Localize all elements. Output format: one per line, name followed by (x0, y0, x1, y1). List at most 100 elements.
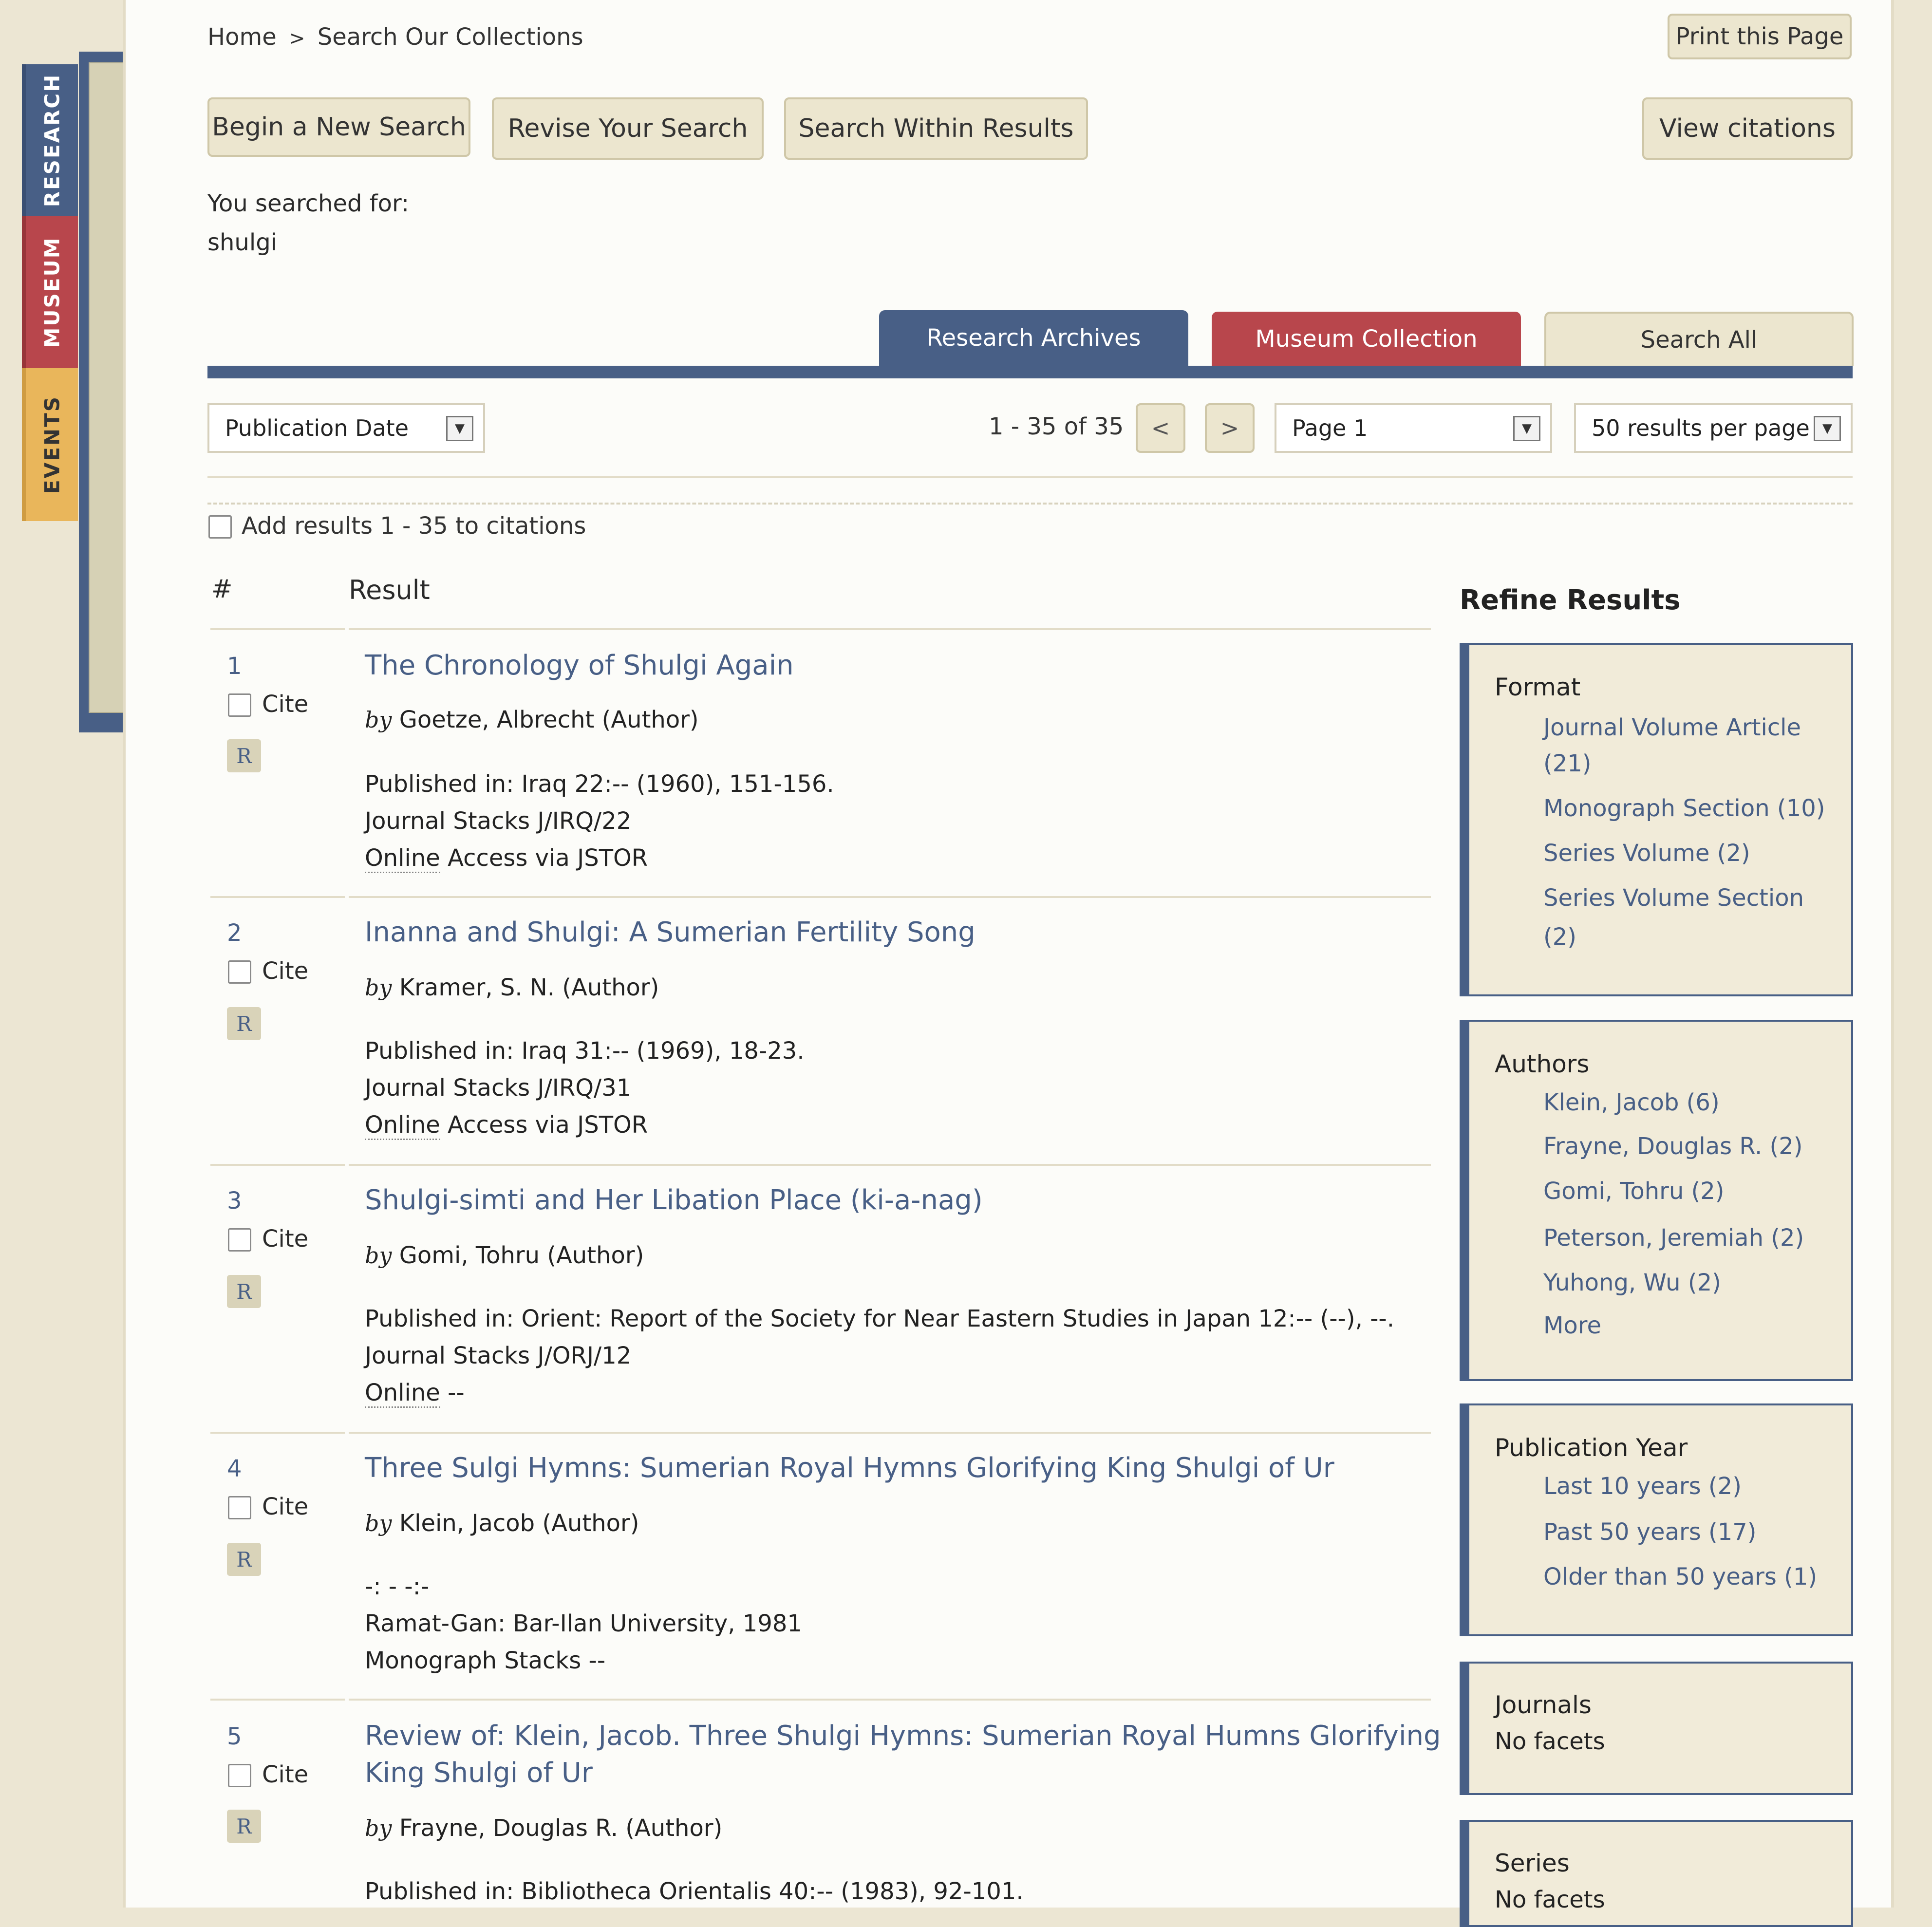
author-name: Goetze, Albrecht (Author) (399, 706, 699, 733)
research-badge[interactable]: R (227, 1275, 261, 1308)
online-access-text: Access via JSTOR (440, 844, 648, 872)
result-number: 2 (227, 919, 242, 947)
view-citations-button[interactable]: View citations (1642, 97, 1853, 160)
result-title-link[interactable]: Inanna and Shulgi: A Sumerian Fertility … (365, 917, 975, 948)
research-badge[interactable]: R (227, 1007, 261, 1040)
facet-format: Format Journal Volume Article (21) Monog… (1460, 643, 1853, 996)
cite-checkbox[interactable] (228, 1228, 251, 1252)
by-label: by (365, 1242, 392, 1269)
result-number: 5 (227, 1723, 242, 1750)
result-stacks: Monograph Stacks -- (365, 1647, 606, 1674)
result-online-access: Online -- (365, 1379, 465, 1408)
result-author: by Goetze, Albrecht (Author) (365, 706, 699, 733)
research-badge[interactable]: R (227, 1810, 261, 1843)
facet-title: Series (1495, 1849, 1570, 1877)
facet-item[interactable]: Series Volume (2) (1543, 840, 1750, 867)
previous-page-button[interactable]: < (1136, 403, 1185, 453)
facet-empty-text: No facets (1495, 1728, 1605, 1755)
result-title-link[interactable]: The Chronology of Shulgi Again (365, 650, 794, 681)
facet-item[interactable]: Journal Volume Article (1543, 714, 1801, 741)
breadcrumb-home[interactable]: Home (207, 23, 277, 51)
begin-new-search-button[interactable]: Begin a New Search (207, 97, 470, 157)
by-label: by (365, 974, 392, 1001)
row-separator (349, 1164, 1431, 1166)
row-separator (210, 1432, 345, 1434)
side-tab-events[interactable]: EVENTS (22, 368, 78, 521)
facet-item[interactable]: Frayne, Douglas R. (2) (1543, 1133, 1803, 1160)
result-stacks: Journal Stacks J/IRQ/31 (365, 1074, 632, 1102)
facet-publication-year: Publication Year Last 10 years (2) Past … (1460, 1403, 1853, 1636)
per-page-select[interactable]: 50 results per page ▼ (1574, 403, 1853, 453)
research-badge[interactable]: R (227, 739, 261, 772)
result-author: by Kramer, S. N. (Author) (365, 974, 659, 1001)
result-title-link[interactable]: Review of: Klein, Jacob. Three Shulgi Hy… (365, 1720, 1441, 1752)
facet-empty-text: No facets (1495, 1886, 1605, 1913)
breadcrumb-separator: > (289, 27, 305, 50)
author-name: Klein, Jacob (Author) (399, 1510, 639, 1537)
side-tab-museum[interactable]: MUSEUM (22, 216, 78, 368)
result-title-link-continued[interactable]: King Shulgi of Ur (365, 1757, 593, 1789)
facet-item-count[interactable]: (21) (1543, 750, 1592, 777)
facet-item[interactable]: Last 10 years (2) (1543, 1473, 1742, 1500)
cite-label: Cite (262, 1493, 309, 1520)
facet-item[interactable]: Older than 50 years (1) (1543, 1563, 1817, 1590)
cite-checkbox[interactable] (228, 1764, 251, 1787)
sort-select[interactable]: Publication Date ▼ (207, 403, 485, 453)
cite-label: Cite (262, 691, 309, 718)
facet-title: Authors (1495, 1050, 1590, 1078)
facet-item[interactable]: Gomi, Tohru (2) (1543, 1178, 1725, 1205)
add-all-citations-checkbox[interactable] (208, 515, 232, 539)
result-publisher: Ramat-Gan: Bar-Ilan University, 1981 (365, 1610, 802, 1637)
facet-item[interactable]: Klein, Jacob (6) (1543, 1089, 1720, 1116)
online-access-link[interactable]: Online (365, 844, 440, 873)
side-tab-research[interactable]: RESEARCH (22, 64, 78, 216)
result-title-link[interactable]: Shulgi-simti and Her Libation Place (ki-… (365, 1184, 983, 1216)
cite-checkbox[interactable] (228, 960, 251, 984)
row-separator (349, 628, 1431, 630)
tab-museum-collection[interactable]: Museum Collection (1212, 312, 1521, 366)
searched-for-query: shulgi (207, 229, 277, 256)
result-stacks: Journal Stacks J/IRQ/22 (365, 807, 632, 835)
research-badge[interactable]: R (227, 1543, 261, 1576)
result-author: by Klein, Jacob (Author) (365, 1510, 639, 1537)
next-page-button[interactable]: > (1205, 403, 1255, 453)
page-select[interactable]: Page 1 ▼ (1275, 403, 1552, 453)
row-separator (349, 1699, 1431, 1701)
tab-research-archives[interactable]: Research Archives (879, 310, 1188, 366)
facet-authors: Authors Klein, Jacob (6) Frayne, Douglas… (1460, 1020, 1853, 1381)
facet-item-count[interactable]: (2) (1543, 923, 1576, 951)
chevron-down-icon: ▼ (1814, 416, 1841, 441)
tab-search-all[interactable]: Search All (1544, 312, 1854, 366)
facet-journals: Journals No facets (1460, 1662, 1853, 1795)
print-page-button[interactable]: Print this Page (1668, 14, 1852, 59)
result-title-link[interactable]: Three Sulgi Hymns: Sumerian Royal Hymns … (365, 1452, 1334, 1484)
facet-item[interactable]: Peterson, Jeremiah (2) (1543, 1224, 1804, 1252)
revise-search-button[interactable]: Revise Your Search (492, 97, 764, 160)
chevron-down-icon: ▼ (1513, 416, 1540, 441)
online-access-link[interactable]: Online (365, 1111, 440, 1140)
online-access-link[interactable]: Online (365, 1379, 440, 1408)
refine-results-heading: Refine Results (1460, 584, 1681, 616)
row-separator (349, 1432, 1431, 1434)
search-within-results-button[interactable]: Search Within Results (784, 97, 1088, 160)
by-label: by (365, 1815, 392, 1841)
result-number: 1 (227, 653, 242, 680)
side-tab-research-label: RESEARCH (40, 73, 64, 207)
result-date-line: -: - -:- (365, 1573, 430, 1600)
result-online-access: Online Access via JSTOR (365, 844, 648, 873)
row-separator (210, 1699, 345, 1701)
by-label: by (365, 1510, 392, 1536)
facet-item[interactable]: Series Volume Section (1543, 884, 1804, 912)
column-header-number: # (211, 575, 233, 604)
cite-checkbox[interactable] (228, 1496, 251, 1519)
facet-series: Series No facets (1460, 1820, 1853, 1927)
side-tab-museum-label: MUSEUM (40, 236, 64, 348)
facet-item[interactable]: Monograph Section (10) (1543, 795, 1825, 822)
facet-item[interactable]: Yuhong, Wu (2) (1543, 1269, 1721, 1296)
column-header-result: Result (349, 575, 430, 605)
cite-checkbox[interactable] (228, 693, 251, 717)
result-author: by Gomi, Tohru (Author) (365, 1242, 644, 1269)
facet-more-link[interactable]: More (1543, 1312, 1601, 1339)
facet-item[interactable]: Past 50 years (17) (1543, 1518, 1757, 1546)
row-separator (210, 628, 345, 630)
